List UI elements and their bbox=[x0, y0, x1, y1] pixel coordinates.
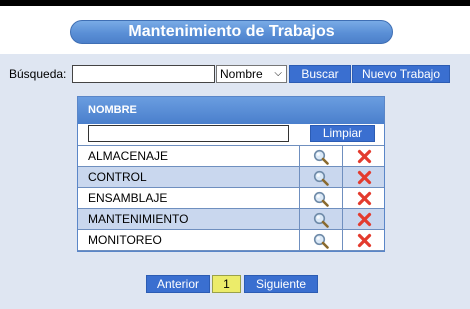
cell-divider bbox=[342, 188, 343, 208]
jobs-table: NOMBRE Limpiar ALMACENAJE CONTROL ENSAMBLA… bbox=[77, 96, 385, 252]
magnifier-icon[interactable] bbox=[313, 149, 329, 165]
delete-icon[interactable] bbox=[357, 191, 372, 206]
cell-divider bbox=[299, 209, 300, 229]
delete-icon[interactable] bbox=[357, 212, 372, 227]
magnifier-icon[interactable] bbox=[313, 233, 329, 249]
chevron-down-icon: ⌵ bbox=[274, 68, 282, 79]
table-row: MONITOREO bbox=[78, 230, 384, 251]
previous-page-button[interactable]: Anterior bbox=[146, 275, 210, 293]
filter-input[interactable] bbox=[88, 125, 289, 142]
magnifier-icon[interactable] bbox=[313, 212, 329, 228]
search-field-selected: Nombre bbox=[220, 67, 263, 81]
search-button[interactable]: Buscar bbox=[289, 65, 351, 83]
table-row: ENSAMBLAJE bbox=[78, 188, 384, 209]
magnifier-icon[interactable] bbox=[313, 170, 329, 186]
table-row: CONTROL bbox=[78, 167, 384, 188]
filter-row: Limpiar bbox=[78, 124, 384, 146]
page-title: Mantenimiento de Trabajos bbox=[70, 20, 393, 44]
delete-icon[interactable] bbox=[357, 170, 372, 185]
cell-divider bbox=[342, 209, 343, 229]
cell-divider bbox=[299, 188, 300, 208]
row-name: MANTENIMIENTO bbox=[88, 212, 189, 226]
row-name: CONTROL bbox=[88, 170, 147, 184]
table-row: ALMACENAJE bbox=[78, 146, 384, 167]
row-name: MONITOREO bbox=[88, 233, 162, 247]
new-job-button[interactable]: Nuevo Trabajo bbox=[352, 65, 450, 83]
cell-divider bbox=[299, 167, 300, 187]
delete-icon[interactable] bbox=[357, 233, 372, 248]
cell-divider bbox=[342, 230, 343, 250]
magnifier-icon[interactable] bbox=[313, 191, 329, 207]
table-row: MANTENIMIENTO bbox=[78, 209, 384, 230]
row-name: ALMACENAJE bbox=[88, 149, 169, 163]
search-field-select[interactable]: Nombre ⌵ bbox=[216, 65, 287, 83]
delete-icon[interactable] bbox=[357, 149, 372, 164]
search-input[interactable] bbox=[72, 65, 215, 83]
cell-divider bbox=[342, 146, 343, 166]
next-page-button[interactable]: Siguiente bbox=[244, 275, 318, 293]
search-label: Búsqueda: bbox=[9, 67, 67, 81]
column-header-nombre[interactable]: NOMBRE bbox=[78, 97, 384, 124]
clear-filter-button[interactable]: Limpiar bbox=[310, 125, 375, 142]
row-name: ENSAMBLAJE bbox=[88, 191, 168, 205]
cell-divider bbox=[299, 230, 300, 250]
current-page-number[interactable]: 1 bbox=[212, 275, 241, 293]
cell-divider bbox=[299, 146, 300, 166]
cell-divider bbox=[342, 167, 343, 187]
